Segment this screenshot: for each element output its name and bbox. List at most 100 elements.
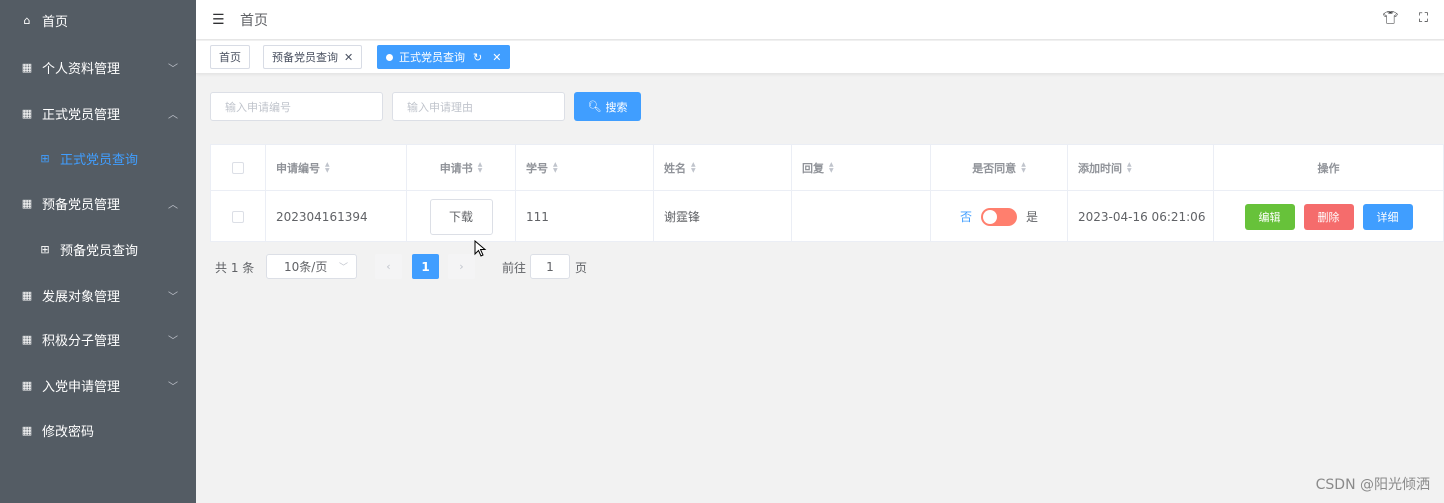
current-page[interactable]: 1	[412, 254, 439, 279]
detail-button[interactable]: 详细	[1362, 203, 1413, 230]
sidebar-item-profile[interactable]: ▦ 个人资料管理 ﹀	[0, 49, 196, 85]
sidebar-item-label: 正式党员管理	[42, 107, 121, 123]
column-header[interactable]: 申请书 ▲ ▼	[407, 145, 516, 191]
sort-icon[interactable]: ▲ ▼	[829, 161, 834, 174]
goto-page-value: 1	[546, 259, 554, 274]
row-checkbox[interactable]	[232, 210, 244, 223]
chevron-up-icon: ︿	[168, 109, 178, 121]
column-label: 是否同意	[972, 161, 1017, 175]
sort-icon[interactable]: ▲ ▼	[691, 161, 696, 174]
agree-switch[interactable]	[981, 207, 1017, 226]
sidebar-item-development[interactable]: ▦ 发展对象管理 ﹀	[0, 277, 196, 313]
agree-switch-group: 否 是	[959, 207, 1039, 226]
sidebar-item-label: 发展对象管理	[42, 289, 121, 305]
chevron-down-icon: ﹀	[168, 381, 178, 393]
sort-icon[interactable]: ▲ ▼	[1021, 161, 1026, 174]
close-icon[interactable]: ✕	[492, 51, 501, 64]
mouse-cursor-icon	[474, 240, 487, 257]
breadcrumb[interactable]: 首页	[240, 10, 268, 30]
search-button[interactable]: 🔍︎ 搜索	[574, 92, 641, 121]
sidebar-item-formal-members[interactable]: ▦ 正式党员管理 ︿	[0, 95, 196, 131]
goto-page-input[interactable]: 1	[530, 254, 570, 279]
sort-icon[interactable]: ▲ ▼	[553, 161, 558, 174]
grid-icon: ▦	[21, 196, 33, 210]
data-table: 申请编号 ▲ ▼ 申请书 ▲ ▼ 学号 ▲ ▼ 姓名 ▲ ▼ 回复 ▲ ▼ 是否同意 ▲ ▼…	[210, 144, 1444, 242]
select-all-checkbox[interactable]	[232, 161, 244, 174]
sort-icon[interactable]: ▲ ▼	[1127, 161, 1132, 174]
apps-icon: ⊞	[40, 151, 50, 165]
application-id-input[interactable]: 输入申请编号	[210, 92, 383, 121]
switch-knob	[983, 209, 997, 224]
download-button[interactable]: 下载	[429, 198, 493, 235]
table-cell: 202304161394	[266, 191, 407, 242]
switch-off-label: 否	[959, 210, 972, 224]
detail-label: 详细	[1376, 210, 1399, 224]
select-all-cell	[211, 145, 266, 191]
table-cell: 否 是	[931, 191, 1068, 242]
sidebar-item-label: 正式党员查询	[60, 152, 139, 168]
close-icon[interactable]: ✕	[344, 51, 353, 64]
column-label: 姓名	[664, 161, 686, 175]
search-button-label: 搜索	[605, 100, 628, 114]
download-label: 下载	[448, 210, 473, 224]
edit-button[interactable]: 编辑	[1244, 203, 1295, 230]
column-label: 添加时间	[1078, 161, 1122, 175]
column-header[interactable]: 申请编号 ▲ ▼	[266, 145, 407, 191]
theme-icon[interactable]: 👕︎	[1382, 11, 1399, 26]
tag-home[interactable]: 首页	[210, 45, 250, 69]
sidebar-item-activists[interactable]: ▦ 积极分子管理 ﹀	[0, 321, 196, 357]
table-cell: 111	[516, 191, 654, 242]
edit-label: 编辑	[1258, 210, 1281, 224]
sort-icon[interactable]: ▲ ▼	[478, 161, 483, 174]
switch-on-label: 是	[1026, 210, 1039, 224]
actions-cell: 编辑 删除 详细	[1214, 191, 1443, 242]
sidebar-item-applications[interactable]: ▦ 入党申请管理 ﹀	[0, 367, 196, 403]
grid-icon: ▦	[21, 378, 33, 392]
column-header[interactable]: 添加时间 ▲ ▼	[1068, 145, 1214, 191]
tags-view: 首页 预备党员查询 ✕ 正式党员查询 ↻ ✕	[196, 41, 1444, 74]
tag-label: 预备党员查询	[272, 51, 338, 64]
column-header[interactable]: 回复 ▲ ▼	[792, 145, 931, 191]
watermark: CSDN @阳光倾洒	[1315, 477, 1430, 493]
tag-probationary-query[interactable]: 预备党员查询 ✕	[263, 45, 363, 69]
menu-toggle-icon[interactable]: ☰	[212, 12, 226, 28]
application-reason-input[interactable]: 输入申请理由	[392, 92, 565, 121]
next-page-button[interactable]: ›	[448, 254, 475, 279]
sort-icon[interactable]: ▲ ▼	[325, 161, 330, 174]
sidebar: ⌂ 首页 ▦ 个人资料管理 ﹀ ▦ 正式党员管理 ︿ ⊞ 正式党员查询 ▦ 预备…	[0, 0, 196, 503]
active-dot-icon	[386, 53, 393, 61]
sidebar-item-probationary-query[interactable]: ⊞ 预备党员查询	[0, 231, 196, 267]
sidebar-item-probationary-members[interactable]: ▦ 预备党员管理 ︿	[0, 185, 196, 221]
column-header[interactable]: 是否同意 ▲ ▼	[931, 145, 1068, 191]
table-cell: 2023-04-16 06:21:06	[1068, 191, 1214, 242]
sidebar-item-home[interactable]: ⌂ 首页	[0, 2, 196, 38]
column-header[interactable]: 姓名 ▲ ▼	[654, 145, 792, 191]
goto-suffix: 页	[575, 261, 588, 275]
pagination-total: 共 1 条	[215, 261, 255, 275]
page-size-select[interactable]: 10条/页 ﹀	[266, 254, 357, 279]
column-header[interactable]: 学号 ▲ ▼	[516, 145, 654, 191]
delete-button[interactable]: 删除	[1303, 203, 1354, 230]
grid-icon: ▦	[21, 332, 33, 346]
fullscreen-icon[interactable]: ⛶	[1419, 11, 1428, 26]
prev-page-button[interactable]: ‹	[375, 254, 402, 279]
refresh-icon[interactable]: ↻	[473, 51, 482, 64]
sidebar-item-label: 入党申请管理	[42, 379, 121, 395]
search-icon: 🔍︎	[587, 100, 602, 113]
tag-formal-query[interactable]: 正式党员查询 ↻ ✕	[377, 45, 511, 69]
placeholder: 输入申请理由	[407, 100, 473, 114]
column-label: 申请编号	[276, 161, 320, 175]
chevron-down-icon: ﹀	[168, 291, 178, 303]
delete-label: 删除	[1317, 210, 1340, 224]
sidebar-item-formal-query[interactable]: ⊞ 正式党员查询	[0, 140, 196, 176]
grid-icon: ▦	[21, 106, 33, 120]
sidebar-item-label: 首页	[42, 14, 69, 30]
student-name: 谢霆锋	[664, 210, 701, 224]
chevron-down-icon: ﹀	[338, 263, 348, 273]
sidebar-item-label: 积极分子管理	[42, 333, 121, 349]
row-select-cell	[211, 191, 266, 242]
sidebar-item-change-password[interactable]: ▦ 修改密码	[0, 412, 196, 448]
top-navbar: ☰ 首页 👕︎ ⛶	[196, 0, 1444, 40]
sidebar-item-label: 修改密码	[42, 424, 95, 440]
column-label: 学号	[526, 161, 548, 175]
